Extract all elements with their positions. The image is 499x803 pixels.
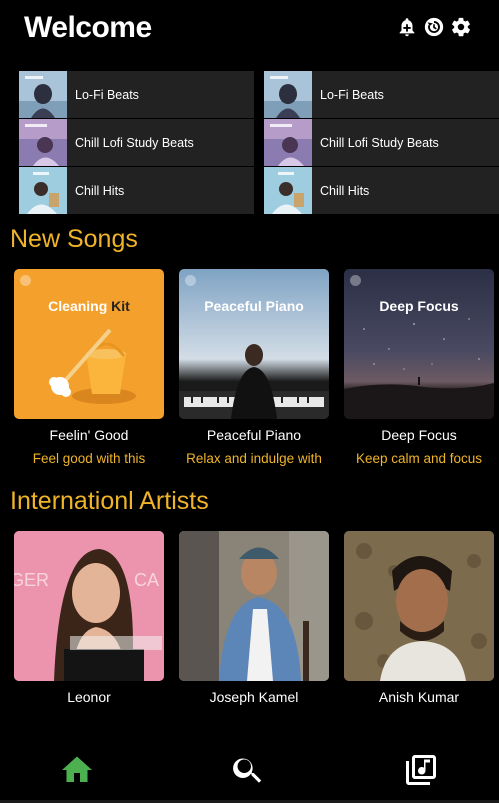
quick-access-label: Chill Hits xyxy=(320,183,370,198)
history-icon[interactable] xyxy=(423,16,445,38)
playlist-thumbnail xyxy=(19,119,67,166)
playlist-thumbnail xyxy=(264,167,312,214)
page-title: Welcome xyxy=(24,11,152,44)
cover-title-accent: Kit xyxy=(111,298,130,314)
quick-access-item[interactable]: Chill Hits xyxy=(19,167,254,214)
quick-access-label: Chill Hits xyxy=(75,183,125,198)
artist-name: Anish Kumar xyxy=(378,689,460,705)
bottom-navigation xyxy=(0,738,499,800)
quick-access-item[interactable]: Chill Hits xyxy=(264,167,499,214)
song-cover: Cleaning Kit xyxy=(14,269,164,419)
cover-title: Cleaning Kit xyxy=(14,298,164,314)
song-description: Keep calm and focus xyxy=(355,451,483,466)
section-title-new-songs: New Songs xyxy=(10,225,138,253)
settings-icon[interactable] xyxy=(450,16,472,38)
artist-photo: GER CA xyxy=(14,531,164,681)
quick-access-item[interactable]: Lo-Fi Beats xyxy=(19,71,254,118)
bucket-illustration xyxy=(49,328,136,404)
quick-access-grid: Lo-Fi Beats Chill Lofi Study Beats Chill… xyxy=(19,71,499,216)
playlist-thumbnail xyxy=(19,71,67,118)
artist-photo xyxy=(344,531,494,681)
playlist-thumbnail xyxy=(264,71,312,118)
quick-access-label: Lo-Fi Beats xyxy=(75,87,139,102)
svg-text:CA: CA xyxy=(134,570,159,590)
quick-access-item[interactable]: Chill Lofi Study Beats xyxy=(264,119,499,166)
notification-add-icon[interactable] xyxy=(396,16,418,38)
svg-text:GER: GER xyxy=(14,570,49,590)
artist-photo xyxy=(179,531,329,681)
artist-name: Joseph Kamel xyxy=(209,689,299,705)
search-icon[interactable] xyxy=(230,752,266,788)
cover-title: Peaceful Piano xyxy=(204,298,304,314)
section-title-artists: Internationl Artists xyxy=(10,487,209,515)
playlist-thumbnail xyxy=(264,119,312,166)
spotify-logo-icon xyxy=(185,275,196,286)
artist-portrait xyxy=(344,531,494,681)
song-name: Deep Focus xyxy=(381,427,457,443)
home-icon[interactable] xyxy=(59,752,95,788)
quick-access-item[interactable]: Lo-Fi Beats xyxy=(264,71,499,118)
cover-title-main: Cleaning xyxy=(48,298,108,314)
artist-portrait: GER CA xyxy=(14,531,164,681)
playlist-thumbnail xyxy=(19,167,67,214)
artist-portrait xyxy=(179,531,329,681)
song-description: Relax and indulge with xyxy=(186,451,322,466)
song-name: Feelin' Good xyxy=(49,427,129,443)
song-cover: Deep Focus xyxy=(344,269,494,419)
artist-name: Leonor xyxy=(67,689,111,705)
app-header: Welcome xyxy=(0,0,499,60)
song-cover: Peaceful Piano xyxy=(179,269,329,419)
night-sky-illustration xyxy=(344,318,494,419)
quick-access-item[interactable]: Chill Lofi Study Beats xyxy=(19,119,254,166)
spotify-logo-icon xyxy=(20,275,31,286)
library-music-icon[interactable] xyxy=(403,752,439,788)
piano-illustration xyxy=(179,344,329,419)
quick-access-label: Lo-Fi Beats xyxy=(320,87,384,102)
song-description: Feel good with this xyxy=(32,451,146,466)
quick-access-label: Chill Lofi Study Beats xyxy=(320,135,439,150)
song-name: Peaceful Piano xyxy=(206,427,302,443)
quick-access-label: Chill Lofi Study Beats xyxy=(75,135,194,150)
